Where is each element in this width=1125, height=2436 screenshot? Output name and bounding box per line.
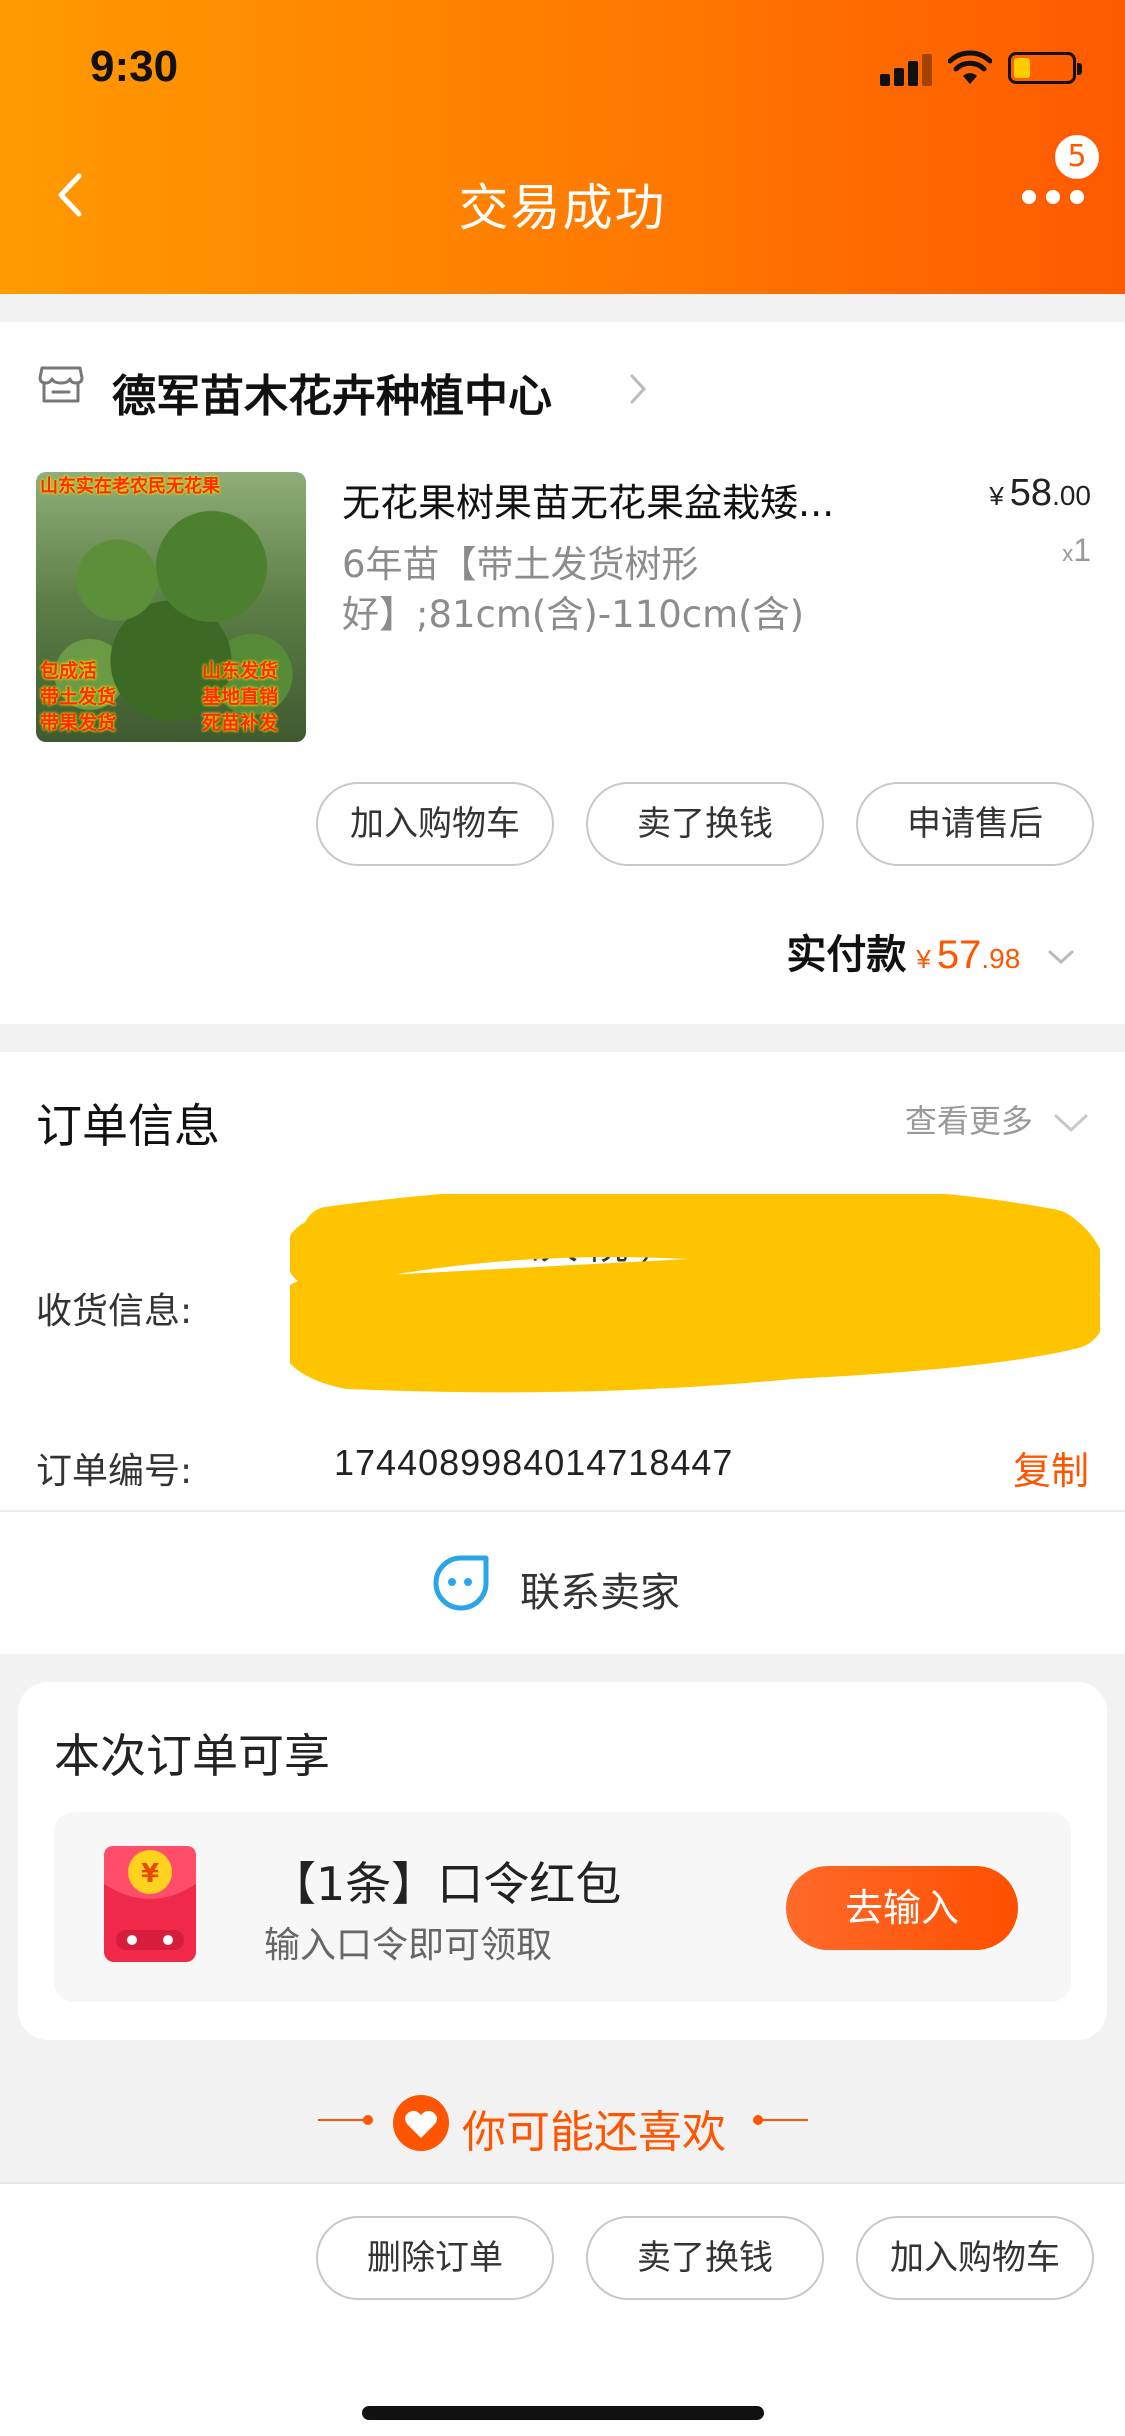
image-caption-left3: 带果发货 [40,712,117,734]
svg-text:¥: ¥ [141,1859,159,1889]
recommend-section-header: 你可能还喜欢 [0,2088,1125,2158]
more-menu-button[interactable] [1022,180,1090,210]
contact-seller-button[interactable]: 联系卖家 [0,1512,1125,1654]
wifi-icon [948,50,992,84]
coupon-subtitle: 输入口令即可领取 [264,1925,553,1966]
heart-icon [393,2095,449,2151]
redaction-scribble [290,1194,1100,1393]
view-more-button[interactable]: 查看更多 [905,1096,1089,1142]
decor-line-left [318,2115,373,2125]
paid-integer: 57 [936,933,982,977]
copy-order-number-button[interactable]: 复制 [1013,1440,1089,1495]
add-to-cart-button-bottom[interactable]: 加入购物车 [856,2216,1094,2300]
header: 9:30 交易成功 5 [0,0,1125,294]
status-time: 9:30 [90,42,179,91]
paid-total[interactable]: 实付款 ¥57.98 [786,922,1075,980]
price-decimal: .00 [1052,480,1091,511]
resell-button[interactable]: 卖了换钱 [586,782,824,866]
product-image[interactable]: 山东实在老农民无花果 包成活 带土发货 带果发货 山东发货 基地直销 死苗补发 [36,472,306,742]
view-more-label: 查看更多 [904,1102,1033,1140]
image-caption-right1: 山东发货 [202,660,279,682]
red-packet-coupon[interactable]: ¥ 【1条】口令红包 输入口令即可领取 去输入 [54,1812,1071,2002]
paid-currency: ¥ [916,944,931,974]
page-title: 交易成功 [458,179,667,237]
order-number: 1744089984014718447 [334,1442,734,1483]
price-integer: 58 [1009,472,1053,514]
chevron-down-icon [1048,950,1074,965]
coupon-title: 【1条】口令红包 [270,1857,622,1911]
order-benefits-card: 本次订单可享 ¥ 【1条】口令红包 输入口令即可领取 去输入 [18,1682,1107,2040]
product-spec: 6年苗【带土发货树形好】;81cm(含)-110cm(含) [342,543,805,636]
image-caption-top: 山东实在老农民无花果 [40,476,220,497]
paid-decimal: .98 [981,943,1021,974]
qty-value: 1 [1073,532,1091,568]
red-packet-icon: ¥ [104,1846,196,1962]
order-number-label: 订单编号: [36,1451,193,1492]
price-currency: ¥ [989,481,1004,511]
image-caption-left2: 带土发货 [40,686,117,708]
recommend-label: 你可能还喜欢 [462,2107,726,2158]
after-sales-button[interactable]: 申请售后 [856,782,1094,866]
benefits-title: 本次订单可享 [54,1729,330,1783]
paid-total-label: 实付款 [786,932,907,978]
order-info-title: 订单信息 [36,1099,220,1153]
signal-icon [880,52,936,86]
add-to-cart-button[interactable]: 加入购物车 [316,782,554,866]
home-indicator[interactable] [362,2406,764,2420]
bottom-action-bar: 删除订单 卖了换钱 加入购物车 [0,2182,1125,2436]
image-caption-right2: 基地直销 [202,686,279,708]
battery-icon [1008,52,1082,84]
enter-code-button[interactable]: 去输入 [786,1866,1018,1950]
shop-name[interactable]: 德军苗木花卉种植中心 [112,360,552,424]
shop-icon [38,366,84,403]
receiver-label: 收货信息: [36,1291,193,1332]
decor-line-right [753,2115,808,2125]
delete-order-button[interactable]: 删除订单 [316,2216,554,2300]
qty-prefix: x [1062,541,1074,566]
product-quantity: x1 [1062,532,1091,569]
order-info-card: 订单信息 查看更多 收货信息: 市 部（第四人 院 ） 订单编号: 174408… [0,1052,1125,1654]
order-item-card: 德军苗木花卉种植中心 山东实在老农民无花果 包成活 带土发货 带果发货 山东发货… [0,322,1125,1024]
image-caption-right3: 死苗补发 [202,712,279,734]
chevron-down-icon [1054,1114,1088,1133]
chat-face-icon [433,1555,489,1611]
message-count-badge: 5 [1052,132,1102,182]
paid-total-amount: ¥57.98 [906,933,1020,977]
product-title[interactable]: 无花果树果苗无花果盆栽矮... [342,472,902,527]
chevron-right-icon [630,374,647,404]
product-price: ¥58.00 [989,472,1091,515]
resell-button-bottom[interactable]: 卖了换钱 [586,2216,824,2300]
contact-seller-label: 联系卖家 [520,1570,680,1616]
image-caption-left1: 包成活 [40,660,98,682]
